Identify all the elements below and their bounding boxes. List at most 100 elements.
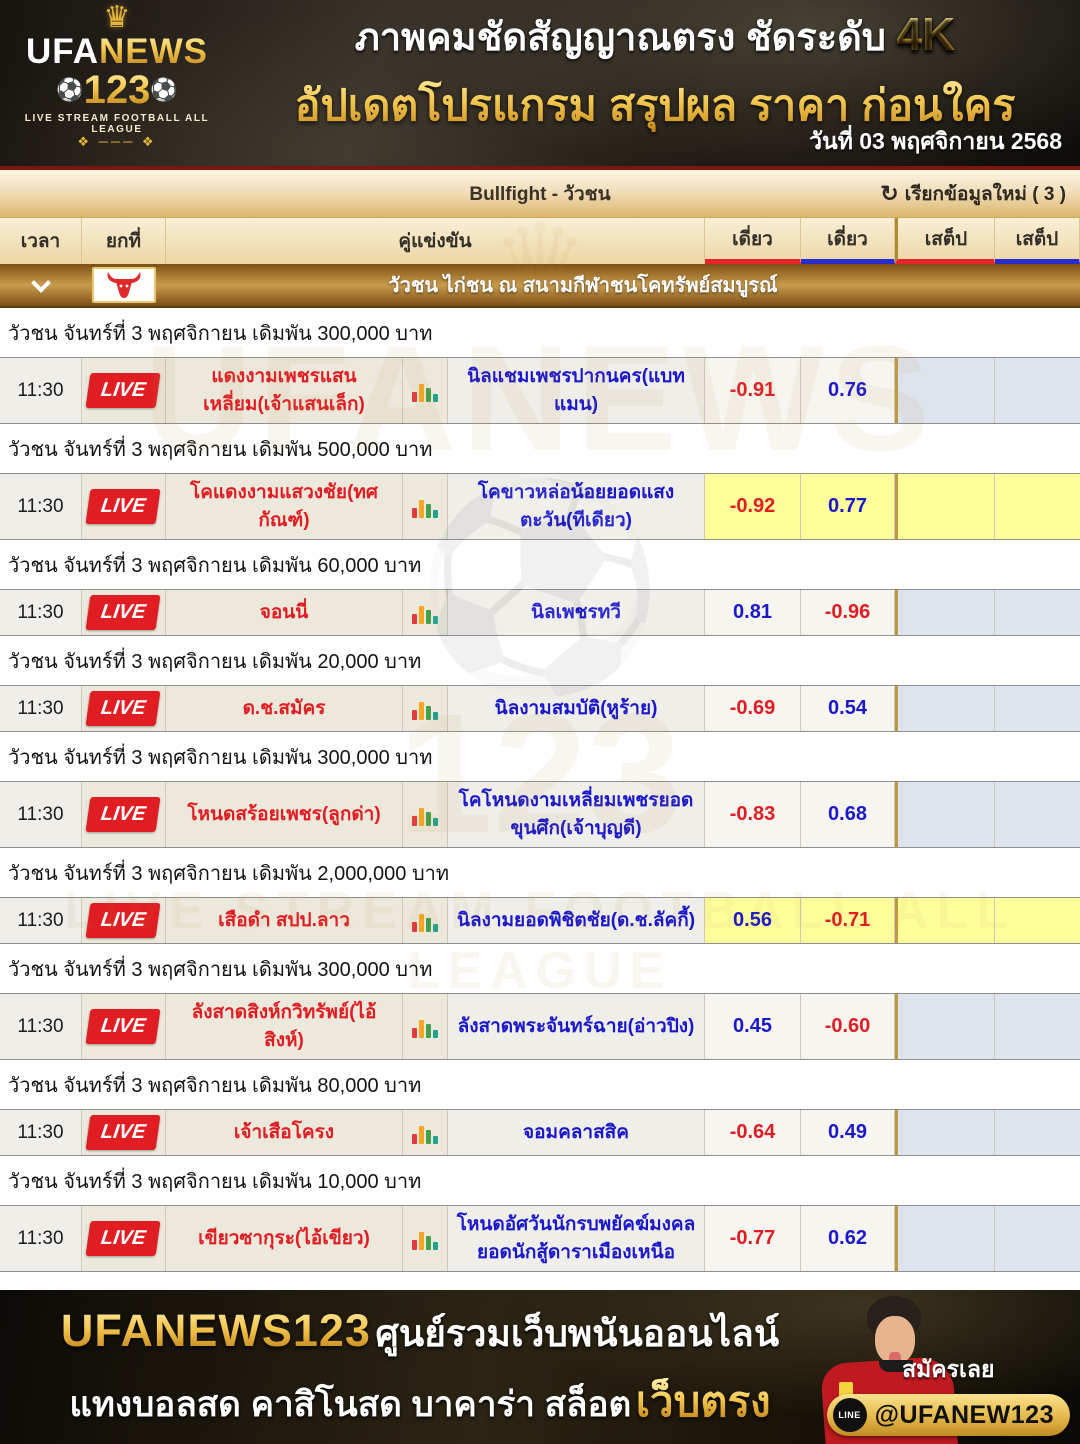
live-badge[interactable]: LIVE — [86, 691, 161, 726]
match-time: 11:30 — [0, 1206, 82, 1271]
match-row[interactable]: 11:30 LIVE จอนนี่ นิลเพชรทวี 0.81 -0.96 — [0, 589, 1080, 636]
vs-cell — [403, 686, 448, 731]
team2-name: นิลเพชรทวี — [448, 590, 705, 635]
bull-cell — [82, 267, 166, 303]
match-section: วัวชน จันทร์ที่ 3 พฤศจิกายน เดิมพัน 2,00… — [0, 848, 1080, 944]
live-badge[interactable]: LIVE — [86, 373, 161, 408]
odds-single-1: -0.69 — [705, 686, 801, 731]
line-id: @UFANEW123 — [875, 1401, 1054, 1430]
table-title-bar: Bullfight - วัวชน ↻ เรียกข้อมูลใหม่ ( 3 … — [0, 170, 1080, 218]
stats-icon — [412, 602, 438, 624]
col-step-1: เสต็ป — [895, 218, 995, 264]
odds-step-1[interactable] — [895, 782, 995, 847]
vs-cell — [403, 898, 448, 943]
match-time: 11:30 — [0, 994, 82, 1059]
vs-cell — [403, 994, 448, 1059]
section-header: วัวชน จันทร์ที่ 3 พฤศจิกายน เดิมพัน 500,… — [0, 424, 1080, 473]
odds-step-1[interactable] — [895, 686, 995, 731]
line-contact-button[interactable]: LINE @UFANEW123 — [827, 1394, 1070, 1436]
stats-icon — [412, 698, 438, 720]
odds-step-1[interactable] — [895, 1206, 995, 1271]
soccer-ball-icon: ⚽ — [56, 77, 83, 102]
odds-step-2[interactable] — [995, 474, 1080, 539]
section-header: วัวชน จันทร์ที่ 3 พฤศจิกายน เดิมพัน 20,0… — [0, 636, 1080, 685]
match-row[interactable]: 11:30 LIVE เขียวซากุระ(ไอ้เขียว) โหนดอัศ… — [0, 1205, 1080, 1272]
odds-single-2: 0.49 — [801, 1110, 895, 1155]
stats-icon — [412, 1016, 438, 1038]
footer-text: UFANEWS123 ศูนย์รวมเว็บพนันออนไลน์ แทงบอ… — [30, 1304, 810, 1435]
odds-single-2: 0.54 — [801, 686, 895, 731]
match-section: วัวชน จันทร์ที่ 3 พฤศจิกายน เดิมพัน 10,0… — [0, 1156, 1080, 1272]
match-row[interactable]: 11:30 LIVE โคแดงงามแสวงชัย(ทศกัณฑ์) โคขา… — [0, 473, 1080, 540]
odds-step-2[interactable] — [995, 1110, 1080, 1155]
odds-step-2[interactable] — [995, 1206, 1080, 1271]
odds-single-2: 0.68 — [801, 782, 895, 847]
venue-label: วัวชน ไก่ชน ณ สนามกีฬาชนโคทรัพย์สมบูรณ์ — [166, 269, 1080, 301]
odds-step-2[interactable] — [995, 782, 1080, 847]
vs-cell — [403, 474, 448, 539]
odds-step-2[interactable] — [995, 994, 1080, 1059]
team2-name: โคโหนดงามเหลี่ยมเพชรยอดขุนศึก(เจ้าบุญดี) — [448, 782, 705, 847]
odds-step-1[interactable] — [895, 994, 995, 1059]
odds-step-1[interactable] — [895, 898, 995, 943]
headline-4k: 4K — [896, 8, 955, 60]
match-time: 11:30 — [0, 898, 82, 943]
footer-headline: ศูนย์รวมเว็บพนันออนไลน์ — [375, 1313, 779, 1354]
live-badge[interactable]: LIVE — [86, 797, 161, 832]
match-time: 11:30 — [0, 782, 82, 847]
odds-step-2[interactable] — [995, 686, 1080, 731]
odds-step-1[interactable] — [895, 358, 995, 423]
match-row[interactable]: 11:30 LIVE เสือดำ สปป.ลาว นิลงามยอดพิชิต… — [0, 897, 1080, 944]
vs-cell — [403, 590, 448, 635]
team1-name: แดงงามเพชรแสนเหลี่ยม(เจ้าแสนเล็ก) — [166, 358, 403, 423]
team2-name: นิลงามยอดพิชิตชัย(ด.ช.ลัคกี้) — [448, 898, 705, 943]
odds-single-2: 0.62 — [801, 1206, 895, 1271]
live-badge[interactable]: LIVE — [86, 1221, 161, 1256]
match-time: 11:30 — [0, 686, 82, 731]
live-badge[interactable]: LIVE — [86, 903, 161, 938]
match-row[interactable]: 11:30 LIVE เจ้าเสือโครง จอมคลาสสิค -0.64… — [0, 1109, 1080, 1156]
odds-step-1[interactable] — [895, 474, 995, 539]
vs-cell — [403, 1206, 448, 1271]
refresh-button[interactable]: ↻ เรียกข้อมูลใหม่ ( 3 ) — [880, 170, 1066, 217]
banner-date: วันที่ 03 พฤศจิกายน 2568 — [809, 124, 1062, 160]
section-header: วัวชน จันทร์ที่ 3 พฤศจิกายน เดิมพัน 60,0… — [0, 540, 1080, 589]
match-section: วัวชน จันทร์ที่ 3 พฤศจิกายน เดิมพัน 80,0… — [0, 1060, 1080, 1156]
odds-step-2[interactable] — [995, 590, 1080, 635]
odds-single-1: -0.92 — [705, 474, 801, 539]
odds-single-2: -0.60 — [801, 994, 895, 1059]
refresh-label: เรียกข้อมูลใหม่ ( 3 ) — [905, 179, 1066, 209]
odds-single-1: -0.64 — [705, 1110, 801, 1155]
odds-single-2: 0.77 — [801, 474, 895, 539]
match-row[interactable]: 11:30 LIVE แดงงามเพชรแสนเหลี่ยม(เจ้าแสนเ… — [0, 357, 1080, 424]
stats-icon — [412, 1228, 438, 1250]
col-time: เวลา — [0, 218, 82, 264]
live-badge[interactable]: LIVE — [86, 595, 161, 630]
team2-name: นิลแชมเพชรปากนคร(แบทแมน) — [448, 358, 705, 423]
team2-name: ลังสาดพระจันทร์ฉาย(อ่าวปิง) — [448, 994, 705, 1059]
team2-name: จอมคลาสสิค — [448, 1110, 705, 1155]
team1-name: โหนดสร้อยเพชร(ลูกด่า) — [166, 782, 403, 847]
live-badge[interactable]: LIVE — [86, 489, 161, 524]
odds-single-1: 0.56 — [705, 898, 801, 943]
section-header: วัวชน จันทร์ที่ 3 พฤศจิกายน เดิมพัน 300,… — [0, 732, 1080, 781]
odds-step-1[interactable] — [895, 1110, 995, 1155]
match-row[interactable]: 11:30 LIVE โหนดสร้อยเพชร(ลูกด่า) โคโหนดง… — [0, 781, 1080, 848]
odds-step-1[interactable] — [895, 590, 995, 635]
stats-icon — [412, 380, 438, 402]
column-header-row: เวลา ยกที่ คู่แข่งขัน เดี่ยว เดี่ยว เสต็… — [0, 218, 1080, 264]
team1-name: เสือดำ สปป.ลาว — [166, 898, 403, 943]
live-cell: LIVE — [82, 474, 166, 539]
collapse-cell[interactable] — [0, 276, 82, 294]
match-section: วัวชน จันทร์ที่ 3 พฤศจิกายน เดิมพัน 300,… — [0, 308, 1080, 424]
match-row[interactable]: 11:30 LIVE ด.ช.สมัคร นิลงามสมบัติ(หูร้าย… — [0, 685, 1080, 732]
live-badge[interactable]: LIVE — [86, 1115, 161, 1150]
match-time: 11:30 — [0, 474, 82, 539]
match-row[interactable]: 11:30 LIVE ลังสาดสิงห์กวิทรัพย์(ไอ้สิงห์… — [0, 993, 1080, 1060]
venue-row[interactable]: วัวชน ไก่ชน ณ สนามกีฬาชนโคทรัพย์สมบูรณ์ — [0, 264, 1080, 308]
odds-step-2[interactable] — [995, 358, 1080, 423]
live-badge[interactable]: LIVE — [86, 1009, 161, 1044]
odds-step-2[interactable] — [995, 898, 1080, 943]
col-single-2: เดี่ยว — [801, 218, 895, 264]
odds-single-1: 0.45 — [705, 994, 801, 1059]
